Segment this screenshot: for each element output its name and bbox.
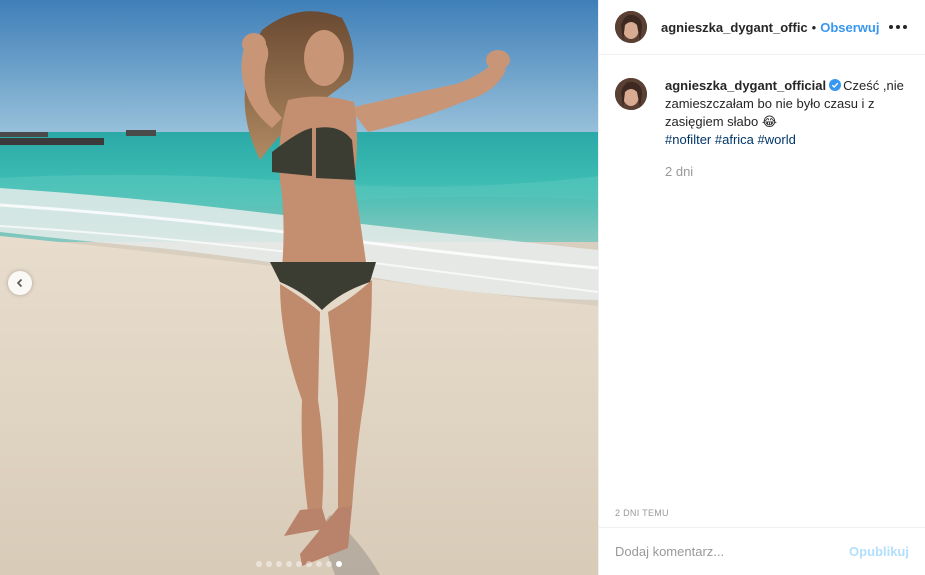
avatar[interactable] <box>615 78 647 110</box>
carousel-dot <box>286 561 292 567</box>
publish-button[interactable]: Opublikuj <box>849 544 909 559</box>
carousel-dot <box>276 561 282 567</box>
post-photo[interactable] <box>0 0 598 575</box>
carousel-dot <box>306 561 312 567</box>
post-sidebar: agnieszka_dygant_offic • Obserwuj agnies… <box>598 0 925 575</box>
carousel-dot <box>296 561 302 567</box>
carousel-dot <box>316 561 322 567</box>
chevron-left-icon <box>16 278 23 288</box>
carousel-dot <box>266 561 272 567</box>
hashtag-list: #nofilter #africa #world <box>665 131 905 149</box>
more-options-button[interactable] <box>885 21 911 33</box>
verified-badge-icon <box>829 79 842 91</box>
avatar[interactable] <box>615 11 647 43</box>
more-dot-icon <box>903 25 907 29</box>
previous-image-button[interactable] <box>8 271 32 295</box>
carousel-dot <box>336 561 342 567</box>
carousel-indicator <box>0 561 598 567</box>
carousel-dot <box>326 561 332 567</box>
hashtag-link[interactable]: #nofilter <box>665 132 711 147</box>
more-dot-icon <box>896 25 900 29</box>
more-dot-icon <box>889 25 893 29</box>
instagram-post: agnieszka_dygant_offic • Obserwuj agnies… <box>0 0 925 575</box>
follow-button[interactable]: Obserwuj <box>820 20 879 35</box>
hashtag-link[interactable]: #world <box>758 132 796 147</box>
caption-text-block: agnieszka_dygant_official Cześć ,nie zam… <box>665 77 905 181</box>
beach-photo <box>0 0 598 575</box>
separator-dot: • <box>811 19 817 35</box>
caption-time-ago[interactable]: 2 dni <box>665 163 905 181</box>
profile-picture <box>615 78 647 110</box>
hashtag-link[interactable]: #africa <box>715 132 754 147</box>
carousel-dot <box>256 561 262 567</box>
comment-input[interactable] <box>615 544 842 559</box>
header-username[interactable]: agnieszka_dygant_offic <box>661 20 808 35</box>
comments-section: agnieszka_dygant_official Cześć ,nie zam… <box>599 55 925 499</box>
post-timestamp[interactable]: 2 DNI TEMU <box>599 499 925 527</box>
profile-picture <box>615 11 647 43</box>
post-caption: agnieszka_dygant_official Cześć ,nie zam… <box>615 77 909 181</box>
post-header: agnieszka_dygant_offic • Obserwuj <box>599 0 925 55</box>
add-comment-bar: Opublikuj <box>599 527 925 575</box>
caption-username[interactable]: agnieszka_dygant_official <box>665 78 826 93</box>
